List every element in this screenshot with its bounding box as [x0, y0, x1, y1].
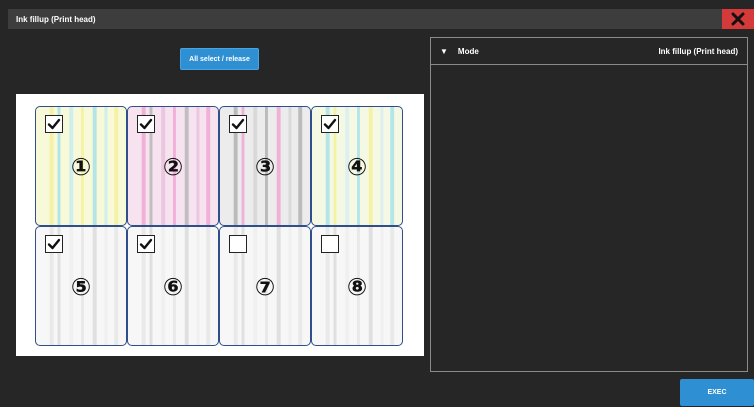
checkmark-icon [139, 238, 153, 250]
head-number: ② [162, 153, 184, 181]
print-head-cell[interactable]: ⑦ [219, 226, 311, 346]
head-number: ⑧ [346, 273, 368, 301]
print-head-grid: ① ② ③ ④ ⑤ ⑥ ⑦ ⑧ [35, 106, 403, 346]
close-button[interactable] [722, 9, 754, 29]
print-head-cell[interactable]: ⑤ [35, 226, 127, 346]
print-head-cell[interactable]: ② [127, 106, 219, 226]
head-number: ⑥ [162, 273, 184, 301]
head-number: ① [70, 153, 92, 181]
main-area: All select / release ① ② ③ ④ ⑤ ⑥ ⑦ ⑧ ▼ Mode Ink… [8, 29, 754, 407]
head-checkbox[interactable] [229, 115, 247, 133]
print-head-cell[interactable]: ① [35, 106, 127, 226]
print-head-cell[interactable]: ⑧ [311, 226, 403, 346]
head-checkbox[interactable] [45, 115, 63, 133]
mode-label: Mode [457, 46, 479, 56]
print-head-cell[interactable]: ④ [311, 106, 403, 226]
head-checkbox[interactable] [321, 115, 339, 133]
print-head-cell[interactable]: ⑥ [127, 226, 219, 346]
checkmark-icon [231, 118, 245, 130]
checkmark-icon [323, 118, 337, 130]
head-number: ⑤ [70, 273, 92, 301]
head-number: ④ [346, 153, 368, 181]
checkmark-icon [139, 118, 153, 130]
head-number: ⑦ [254, 273, 276, 301]
head-number: ③ [254, 153, 276, 181]
window-title: Ink fillup (Print head) [16, 14, 96, 24]
mode-header[interactable]: ▼ Mode Ink fillup (Print head) [431, 38, 747, 65]
close-icon [731, 12, 745, 26]
head-checkbox[interactable] [321, 235, 339, 253]
checkmark-icon [47, 238, 61, 250]
head-checkbox[interactable] [229, 235, 247, 253]
triangle-down-icon: ▼ [440, 46, 448, 56]
print-head-panel: ① ② ③ ④ ⑤ ⑥ ⑦ ⑧ [16, 94, 424, 356]
head-checkbox[interactable] [137, 115, 155, 133]
print-head-cell[interactable]: ③ [219, 106, 311, 226]
title-bar: Ink fillup (Print head) [8, 9, 754, 29]
checkmark-icon [47, 118, 61, 130]
mode-value: Ink fillup (Print head) [658, 46, 738, 56]
mode-panel: ▼ Mode Ink fillup (Print head) [430, 37, 748, 372]
all-select-release-button[interactable]: All select / release [180, 48, 259, 70]
head-checkbox[interactable] [45, 235, 63, 253]
exec-button[interactable]: EXEC [680, 379, 754, 406]
head-checkbox[interactable] [137, 235, 155, 253]
